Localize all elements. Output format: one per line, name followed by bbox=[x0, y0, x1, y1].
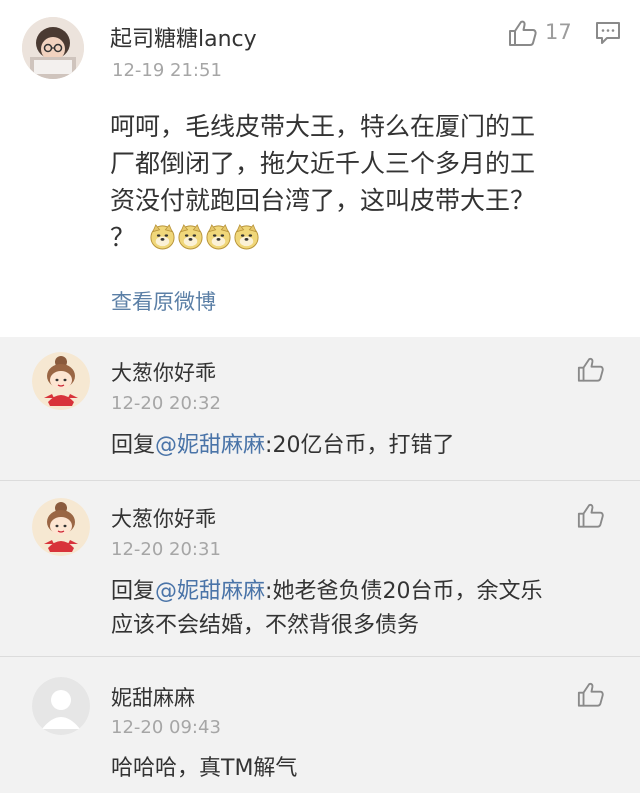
reply-text: 回复@妮甜麻麻:她老爸负债20台币，余文乐 应该不会结婚，不然背很多债务 bbox=[111, 575, 611, 643]
replies-section: 大葱你好乖 12-20 20:32 回复@妮甜麻麻:20亿台币，打错了 大葱你好… bbox=[0, 337, 640, 793]
main-comment: 起司糖糖lancy 12-19 21:51 17 呵呵，毛线皮带大王，特么在厦门… bbox=[0, 0, 640, 337]
reply-username[interactable]: 大葱你好乖 bbox=[111, 357, 216, 387]
divider bbox=[0, 480, 640, 481]
comment-text-end: ？ bbox=[110, 223, 136, 252]
comment-text: 呵呵，毛线皮带大王，特么在厦门的工 厂都倒闭了，拖欠近千人三个多月的工 资没付就… bbox=[110, 108, 610, 256]
reply-text: 回复@妮甜麻麻:20亿台币，打错了 bbox=[111, 429, 611, 463]
reply-timestamp: 12-20 20:32 bbox=[111, 393, 221, 414]
reply-avatar[interactable] bbox=[32, 352, 90, 410]
reply-prefix: 回复 bbox=[111, 579, 156, 604]
reply-avatar[interactable] bbox=[32, 677, 90, 735]
comment-text-line: 厂都倒闭了，拖欠近千人三个多月的工 bbox=[110, 149, 536, 178]
reply-like-button[interactable] bbox=[577, 502, 605, 529]
comment-text-line: ？ bbox=[110, 219, 610, 256]
comment-button[interactable] bbox=[595, 21, 621, 45]
user-avatar-image bbox=[22, 17, 84, 79]
cartoon-girl-avatar bbox=[32, 498, 90, 556]
view-original-weibo-link[interactable]: 查看原微博 bbox=[111, 286, 216, 316]
reply-text-line: 回复@妮甜麻麻:她老爸负债20台币，余文乐 bbox=[111, 575, 611, 609]
divider bbox=[0, 656, 640, 657]
reply-username[interactable]: 大葱你好乖 bbox=[111, 503, 216, 533]
like-count: 17 bbox=[545, 20, 572, 44]
mention-link[interactable]: @妮甜麻麻 bbox=[155, 579, 265, 604]
doge-emoji-group bbox=[149, 223, 261, 252]
comment-text-line: 呵呵，毛线皮带大王，特么在厦门的工 bbox=[110, 112, 536, 141]
doge-emoji bbox=[178, 224, 203, 250]
reply-like-button[interactable] bbox=[577, 681, 605, 708]
reply-username[interactable]: 妮甜麻麻 bbox=[111, 682, 195, 712]
username[interactable]: 起司糖糖lancy bbox=[110, 21, 257, 53]
thumbs-up-icon bbox=[509, 20, 537, 46]
doge-emoji bbox=[206, 224, 231, 250]
timestamp: 12-19 21:51 bbox=[112, 60, 222, 81]
cartoon-girl-avatar bbox=[32, 352, 90, 410]
like-button[interactable] bbox=[508, 19, 538, 47]
reply-text-line: 应该不会结婚，不然背很多债务 bbox=[111, 613, 420, 638]
default-avatar-icon bbox=[32, 677, 90, 735]
reply-content: :她老爸负债20台币，余文乐 bbox=[265, 579, 543, 604]
reply-avatar[interactable] bbox=[32, 498, 90, 556]
reply-text: 哈哈哈，真TM解气 bbox=[111, 756, 298, 781]
user-avatar[interactable] bbox=[22, 17, 84, 79]
doge-emoji bbox=[150, 224, 175, 250]
reply-timestamp: 12-20 20:31 bbox=[111, 539, 221, 560]
reply-prefix: 回复 bbox=[111, 433, 156, 458]
thumbs-up-icon bbox=[577, 503, 604, 528]
reply-content: :20亿台币，打错了 bbox=[265, 433, 455, 458]
comment-icon bbox=[596, 22, 620, 44]
thumbs-up-icon bbox=[577, 357, 604, 382]
thumbs-up-icon bbox=[577, 682, 604, 707]
mention-link[interactable]: @妮甜麻麻 bbox=[155, 433, 265, 458]
reply-like-button[interactable] bbox=[577, 356, 605, 383]
reply-timestamp: 12-20 09:43 bbox=[111, 717, 221, 738]
comment-text-line: 资没付就跑回台湾了，这叫皮带大王？ bbox=[110, 186, 536, 215]
doge-emoji bbox=[234, 224, 259, 250]
